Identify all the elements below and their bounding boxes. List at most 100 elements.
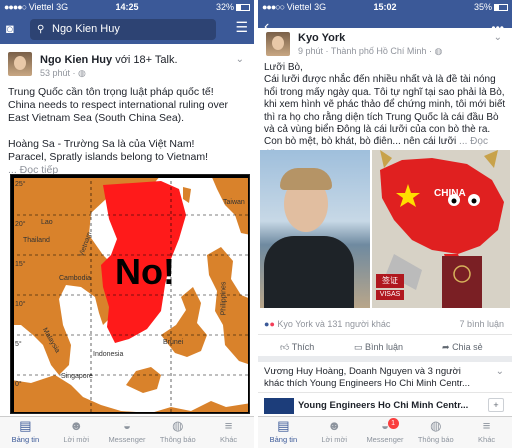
messenger-icon: ◒	[381, 418, 389, 433]
separator	[258, 392, 512, 393]
comment-count[interactable]: 7 bình luận	[459, 319, 504, 329]
avatar[interactable]	[8, 52, 32, 76]
map-graphic	[11, 175, 249, 413]
tab-messenger[interactable]: ◒ 1 Messenger	[360, 417, 411, 448]
reaction-text: Kyo York và 131 người khác	[277, 319, 391, 329]
map-label: Indonesia	[93, 351, 124, 358]
post-time[interactable]: 53 phút	[40, 68, 70, 78]
globe-icon: ◍	[430, 418, 442, 433]
post-location[interactable]: Thành phố Hồ Chí Minh	[331, 46, 427, 56]
share-icon: ➦	[442, 342, 450, 352]
post-line: Hoàng Sa - Trường Sa là của Việt Nam!	[8, 138, 195, 150]
post-photo-man[interactable]	[260, 150, 370, 308]
reaction-summary[interactable]: ●● Kyo York và 131 người khác	[264, 319, 390, 329]
post-text: Trung Quốc cần tôn trọng luật pháp quốc …	[8, 86, 248, 177]
globe-icon: ◍	[434, 46, 443, 56]
lat-tick: 25°	[15, 181, 26, 188]
more-icon: ≡	[224, 418, 233, 433]
tab-label: Bảng tin	[11, 435, 40, 444]
chevron-down-icon[interactable]: ⌄	[496, 366, 504, 377]
map-label: Philippines	[220, 281, 228, 316]
love-reaction-icon: ●	[269, 319, 275, 329]
tab-messenger[interactable]: ◒ Messenger	[102, 417, 153, 448]
tab-friend-requests[interactable]: ☻ Lời mời	[51, 417, 102, 448]
map-no-text: No!	[115, 251, 175, 292]
search-icon: ⚲	[37, 24, 45, 35]
camera-icon[interactable]: ◙	[6, 21, 14, 36]
post-meta: 9 phút · Thành phố Hồ Chí Minh · ◍	[298, 46, 443, 56]
page-name[interactable]: Young Engineers Ho Chi Minh Centr...	[298, 400, 468, 411]
news-feed-icon: ▤	[277, 418, 290, 433]
post-line: China needs to respect international rul…	[8, 99, 229, 124]
tab-notifications[interactable]: ◍ Thông báo	[410, 417, 461, 448]
post-author[interactable]: Kyo York	[298, 32, 345, 44]
hair-shape	[280, 168, 332, 190]
comment-icon: ▭	[354, 342, 363, 352]
friend-requests-icon: ☻	[69, 418, 84, 433]
next-post-line[interactable]: khác thích Young Engineers Ho Chi Minh C…	[264, 378, 500, 390]
globe-icon: ◍	[78, 68, 86, 78]
next-post-line[interactable]: Vương Huy Hoàng, Doanh Nguyen và 3 người	[264, 366, 500, 378]
post-text: Lưỡi Bò, Cái lưỡi được nhắc đến nhiều nh…	[264, 62, 506, 161]
left-phone-screen: ●●●●○ Viettel 3G 14:25 32% ◙ ⚲ Ngo Kien …	[0, 0, 254, 448]
chevron-down-icon[interactable]: ⌄	[236, 54, 244, 65]
tab-news-feed[interactable]: ▤ Bảng tin	[258, 417, 309, 448]
post-author[interactable]: Ngo Kien Huy	[40, 54, 112, 66]
page-avatar[interactable]	[264, 398, 294, 414]
visa-stamp-label: 签证	[376, 274, 404, 288]
chevron-down-icon[interactable]: ⌄	[494, 32, 502, 43]
post-image-map[interactable]: No! Lao Vietnam Thailand Cambodia Malays…	[10, 174, 250, 414]
china-label: CHINA	[434, 188, 466, 199]
tab-notifications[interactable]: ◍ Thông báo	[152, 417, 203, 448]
action-label: Bình luận	[365, 342, 404, 352]
tab-label: Lời mời	[63, 435, 90, 444]
friend-requests-icon: ☻	[327, 418, 342, 433]
post-card: Kyo York 9 phút · Thành phố Hồ Chí Minh …	[258, 28, 512, 356]
post-line: Paracel, Spratly islands belong to Vietn…	[8, 151, 209, 163]
page-like-button[interactable]: +	[488, 398, 504, 412]
lat-tick: 15°	[15, 261, 26, 268]
map-label: Cambodia	[59, 275, 91, 282]
messenger-icon: ◒	[123, 418, 131, 433]
tab-more[interactable]: ≡ Khác	[461, 417, 512, 448]
post-author-line: Ngo Kien Huy với 18+ Talk.	[40, 54, 178, 66]
post-with[interactable]: với 18+ Talk.	[115, 54, 177, 66]
tab-label: Khác	[478, 435, 496, 444]
tab-label: Messenger	[366, 435, 404, 444]
news-feed-icon: ▤	[19, 418, 32, 433]
status-bar: ●●●○○ Viettel 3G 15:02 35%	[258, 0, 512, 14]
lat-tick: 10°	[15, 301, 26, 308]
visas-label: VISAS	[376, 290, 404, 300]
tab-friend-requests[interactable]: ☻ Lời mời	[309, 417, 360, 448]
friends-icon[interactable]: ☰	[235, 19, 248, 36]
tab-label: Bảng tin	[269, 435, 298, 444]
lat-tick: 5°	[15, 341, 22, 348]
tab-bar: ▤ Bảng tin ☻ Lời mời ◒ Messenger ◍ Thông báo…	[0, 416, 254, 448]
status-bar: ●●●●○ Viettel 3G 14:25 32%	[0, 0, 254, 14]
post-line: Cái lưỡi được nhắc đến nhiều nhất và là …	[264, 74, 506, 136]
next-post-text: Vương Huy Hoàng, Doanh Nguyen và 3 người…	[264, 366, 500, 390]
search-text: Ngo Kien Huy	[52, 23, 120, 35]
search-input[interactable]: ⚲ Ngo Kien Huy	[30, 19, 216, 40]
battery-icon	[494, 4, 508, 11]
post-photo-china-cow[interactable]: CHINA 签证 VISAS	[372, 150, 510, 308]
tab-label: Lời mời	[321, 435, 348, 444]
like-button[interactable]: 👍︎ Thích	[280, 342, 314, 353]
tab-label: Thông báo	[159, 435, 196, 444]
map-label: Lao	[41, 219, 53, 226]
battery-percent: 32%	[215, 2, 234, 12]
map-label: Brunei	[163, 339, 184, 346]
share-button[interactable]: ➦ Chia sẻ	[442, 342, 483, 353]
post-time[interactable]: 9 phút	[298, 46, 323, 56]
jacket-shape	[264, 236, 354, 308]
map-label: Singapore	[61, 373, 93, 380]
comment-button[interactable]: ▭ Bình luận	[354, 342, 403, 353]
avatar[interactable]	[266, 32, 290, 56]
next-post-card: Vương Huy Hoàng, Doanh Nguyen và 3 người…	[258, 362, 512, 416]
tab-bar: ▤ Bảng tin ☻ Lời mời ◒ 1 Messenger ◍ Thông bá…	[258, 416, 512, 448]
tab-news-feed[interactable]: ▤ Bảng tin	[0, 417, 51, 448]
post-line: Lưỡi Bò,	[264, 62, 303, 73]
action-label: Chia sẻ	[452, 342, 483, 352]
nav-bar: ◙ ⚲ Ngo Kien Huy ☰	[0, 14, 254, 44]
tab-more[interactable]: ≡ Khác	[203, 417, 254, 448]
